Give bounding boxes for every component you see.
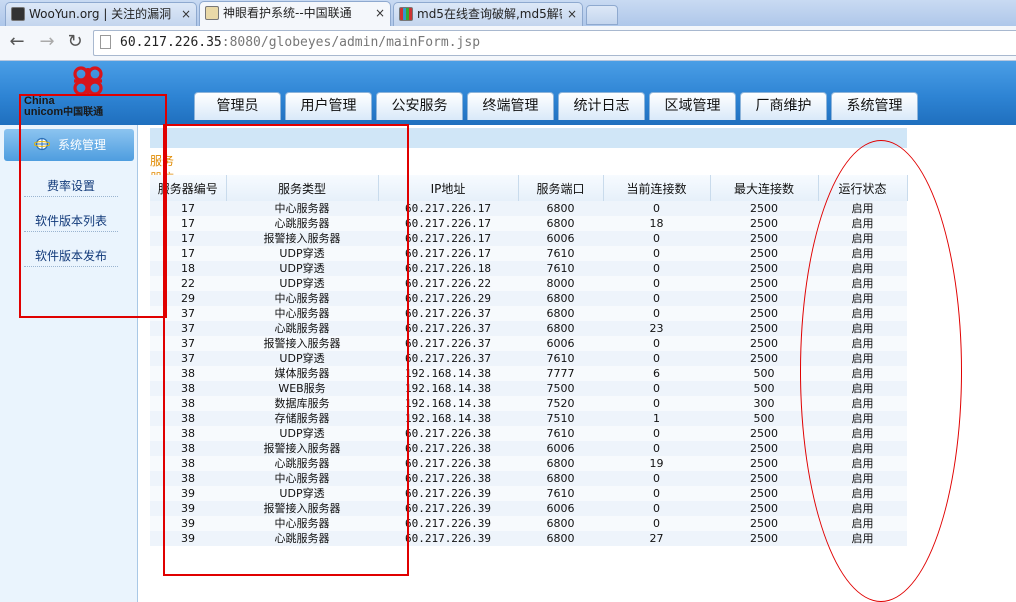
cell-current-connections: 19 (603, 456, 710, 471)
cell-max-connections: 2500 (710, 216, 818, 231)
browser-tab-globeyes[interactable]: 神眼看护系统--中国联通 × (199, 1, 391, 26)
tab-close-icon[interactable]: × (181, 3, 191, 25)
cell-current-connections: 1 (603, 411, 710, 426)
cell-current-connections: 0 (603, 231, 710, 246)
tab-title: md5在线查询破解,md5解密 (417, 7, 562, 21)
annotation-rectangle-sidebar (19, 94, 167, 318)
cell-port: 6800 (518, 291, 603, 306)
col-header-max-connections: 最大连接数 (710, 175, 819, 201)
cell-current-connections: 0 (603, 201, 710, 216)
menu-tab-terminal-management[interactable]: 终端管理 (467, 92, 554, 120)
cell-current-connections: 23 (603, 321, 710, 336)
menu-tab-region-management[interactable]: 区域管理 (649, 92, 736, 120)
cell-current-connections: 18 (603, 216, 710, 231)
cell-port: 8000 (518, 276, 603, 291)
menu-tab-police-service[interactable]: 公安服务 (376, 92, 463, 120)
cell-current-connections: 0 (603, 261, 710, 276)
cell-current-connections: 0 (603, 306, 710, 321)
cell-port: 7520 (518, 396, 603, 411)
new-tab-button[interactable] (586, 5, 618, 25)
menu-tab-admin[interactable]: 管理员 (194, 92, 281, 120)
cell-port: 6800 (518, 306, 603, 321)
browser-tab-strip: WooYun.org | 关注的漏洞 × 神眼看护系统--中国联通 × md5在… (0, 0, 1016, 26)
menu-tab-vendor-maintenance[interactable]: 厂商维护 (740, 92, 827, 120)
cell-max-connections: 2500 (710, 516, 818, 531)
cell-max-connections: 2500 (710, 231, 818, 246)
url-host: 60.217.226.35 (120, 35, 222, 50)
cell-max-connections: 2500 (710, 486, 818, 501)
tab-close-icon[interactable]: × (567, 3, 577, 25)
browser-tab-md5[interactable]: md5在线查询破解,md5解密 × (393, 2, 583, 26)
cell-current-connections: 0 (603, 246, 710, 261)
cell-current-connections: 0 (603, 396, 710, 411)
cell-port: 7610 (518, 426, 603, 441)
cell-current-connections: 0 (603, 351, 710, 366)
cell-port: 7777 (518, 366, 603, 381)
site-favicon-icon (11, 7, 25, 21)
cell-max-connections: 2500 (710, 531, 818, 546)
tab-title: 神眼看护系统--中国联通 (223, 6, 352, 20)
cell-port: 6006 (518, 501, 603, 516)
cell-max-connections: 2500 (710, 291, 818, 306)
cell-current-connections: 6 (603, 366, 710, 381)
cell-port: 6800 (518, 321, 603, 336)
cell-current-connections: 0 (603, 336, 710, 351)
cell-port: 7500 (518, 381, 603, 396)
browser-toolbar: ← → ↻ 60.217.226.35:8080/globeyes/admin/… (0, 26, 1016, 61)
cell-current-connections: 0 (603, 381, 710, 396)
cell-current-connections: 0 (603, 441, 710, 456)
menu-tab-system-management[interactable]: 系统管理 (831, 92, 918, 120)
cell-current-connections: 0 (603, 471, 710, 486)
site-favicon-icon (399, 7, 413, 21)
cell-current-connections: 0 (603, 486, 710, 501)
annotation-rectangle-service-column (163, 124, 409, 576)
url-path: :8080/globeyes/admin/mainForm.jsp (221, 35, 481, 50)
cell-current-connections: 0 (603, 291, 710, 306)
cell-port: 6006 (518, 231, 603, 246)
cell-current-connections: 0 (603, 501, 710, 516)
cell-port: 6800 (518, 531, 603, 546)
cell-port: 7610 (518, 246, 603, 261)
cell-current-connections: 0 (603, 516, 710, 531)
cell-current-connections: 0 (603, 276, 710, 291)
cell-port: 7610 (518, 486, 603, 501)
cell-port: 7510 (518, 411, 603, 426)
cell-port: 7610 (518, 261, 603, 276)
back-arrow-icon[interactable]: ← (6, 31, 28, 53)
cell-port: 6800 (518, 456, 603, 471)
reload-icon[interactable]: ↻ (64, 31, 86, 53)
browser-tab-wooyun[interactable]: WooYun.org | 关注的漏洞 × (5, 2, 197, 26)
col-header-current-connections: 当前连接数 (603, 175, 711, 201)
cell-max-connections: 2500 (710, 201, 818, 216)
page-icon (100, 35, 111, 49)
address-bar[interactable]: 60.217.226.35:8080/globeyes/admin/mainFo… (93, 30, 1016, 56)
menu-tab-user-management[interactable]: 用户管理 (285, 92, 372, 120)
cell-max-connections: 2500 (710, 246, 818, 261)
cell-max-connections: 2500 (710, 501, 818, 516)
site-favicon-icon (205, 6, 219, 20)
tab-close-icon[interactable]: × (375, 2, 385, 24)
cell-current-connections: 27 (603, 531, 710, 546)
cell-port: 6800 (518, 516, 603, 531)
cell-port: 7610 (518, 351, 603, 366)
cell-port: 6006 (518, 441, 603, 456)
cell-max-connections: 2500 (710, 441, 818, 456)
cell-current-connections: 0 (603, 426, 710, 441)
annotation-ellipse-status-column (800, 140, 962, 602)
cell-port: 6800 (518, 201, 603, 216)
forward-arrow-icon[interactable]: → (36, 31, 58, 53)
tab-title: WooYun.org | 关注的漏洞 (29, 7, 172, 21)
cell-port: 6800 (518, 471, 603, 486)
cell-port: 6800 (518, 216, 603, 231)
col-header-port: 服务端口 (518, 175, 604, 201)
cell-port: 6006 (518, 336, 603, 351)
menu-tab-statistics-log[interactable]: 统计日志 (558, 92, 645, 120)
cell-max-connections: 2500 (710, 261, 818, 276)
cell-max-connections: 2500 (710, 456, 818, 471)
cell-max-connections: 2500 (710, 276, 818, 291)
cell-max-connections: 2500 (710, 471, 818, 486)
